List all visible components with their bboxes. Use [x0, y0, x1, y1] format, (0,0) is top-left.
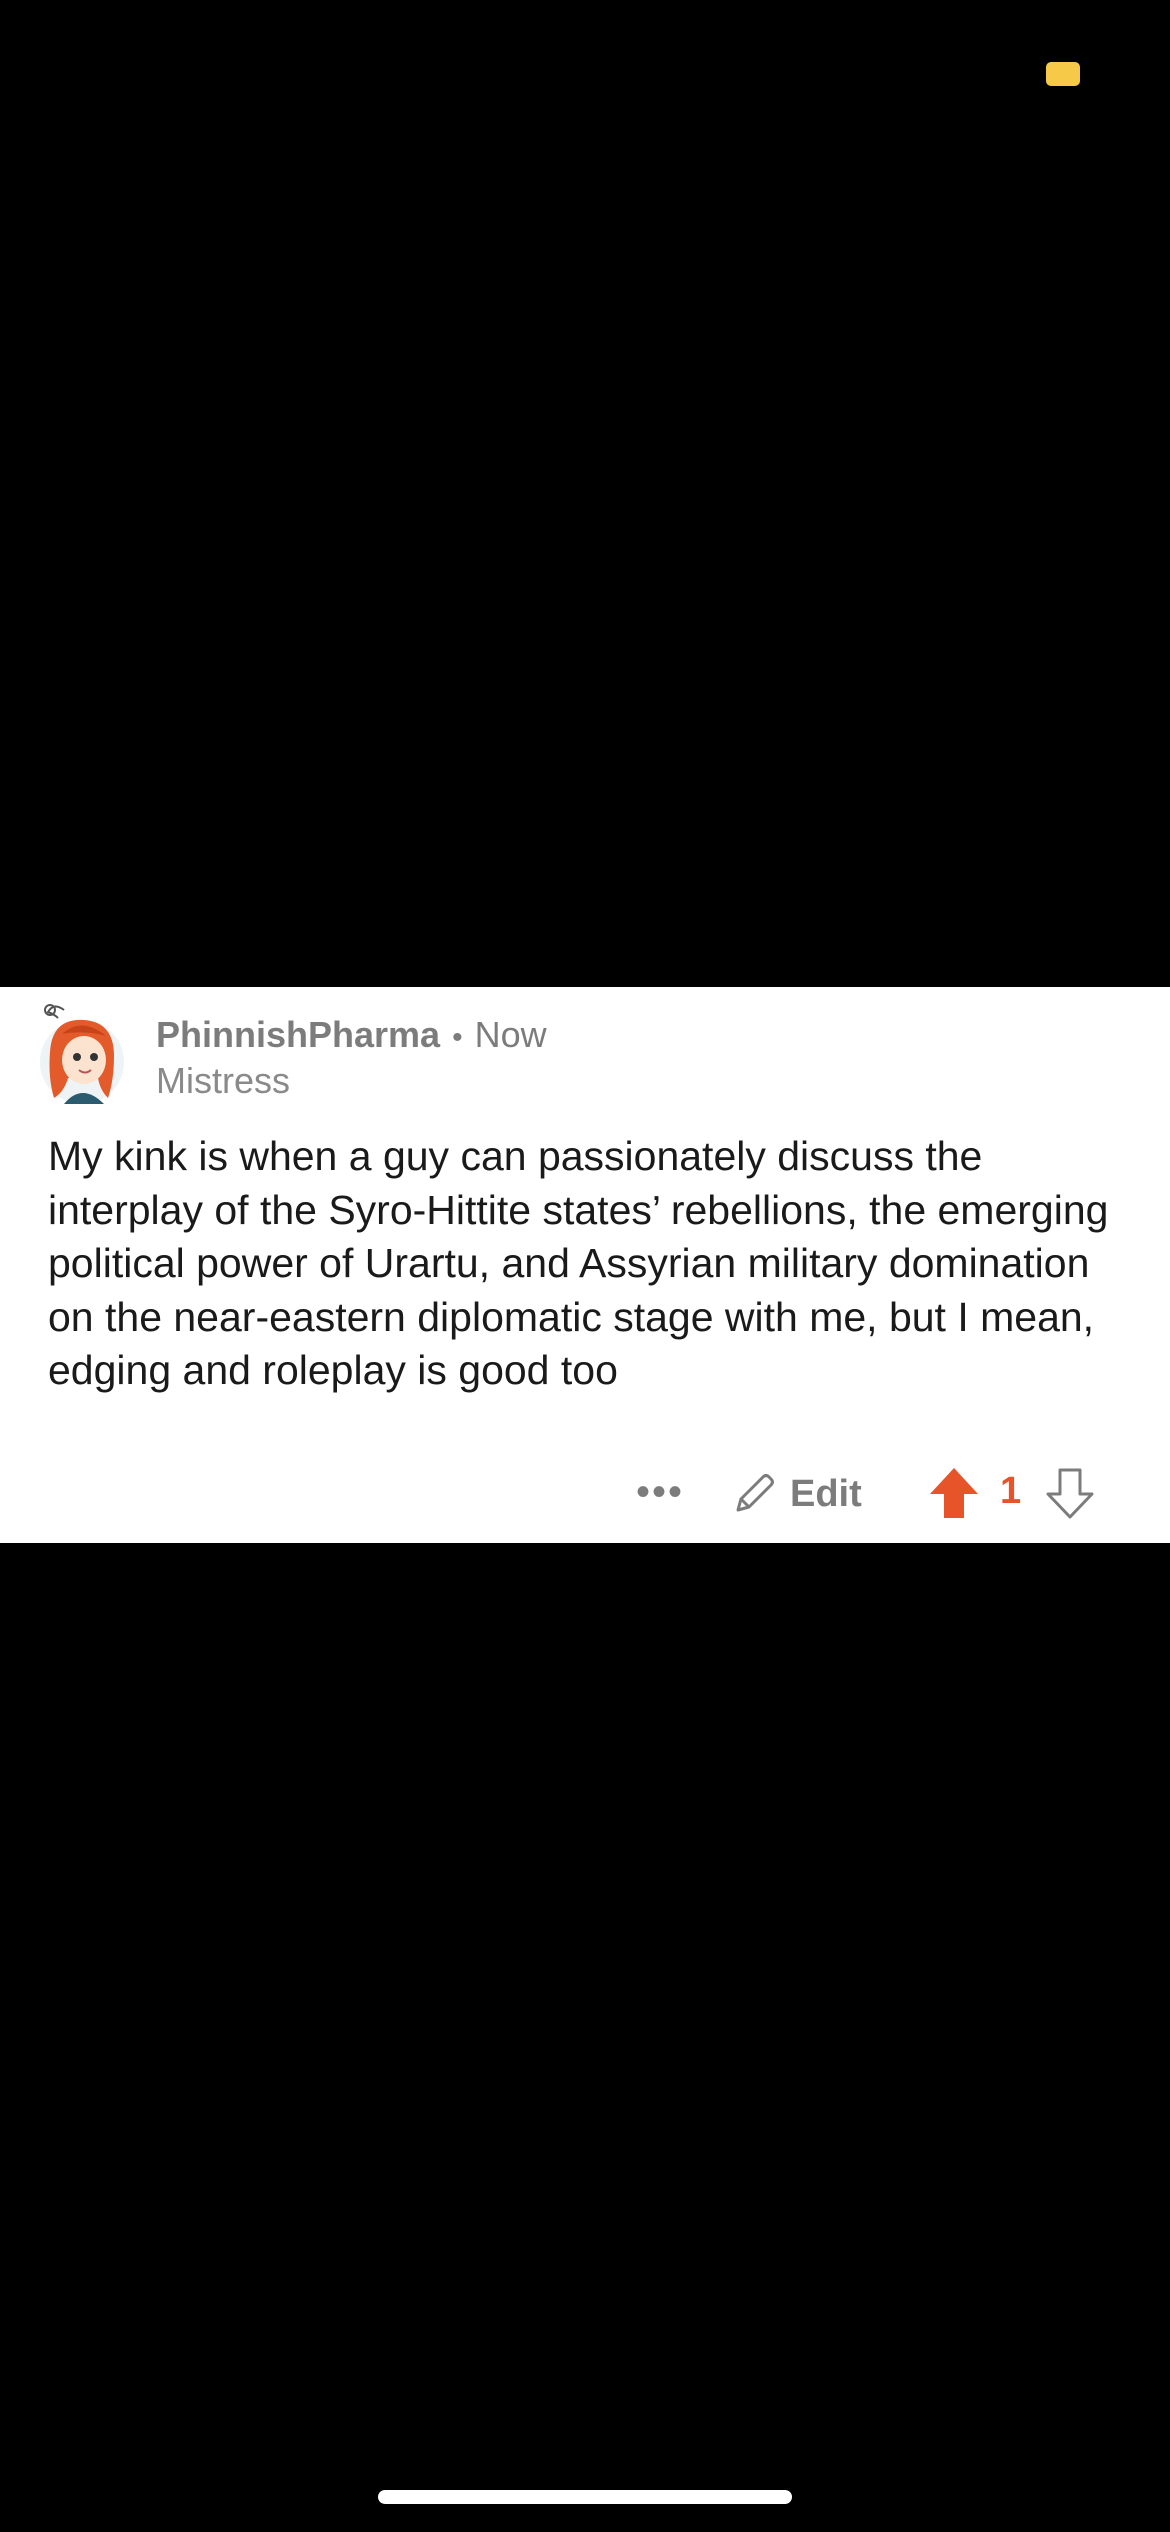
username-link[interactable]: PhinnishPharma	[156, 1014, 440, 1055]
redhead-avatar-icon	[40, 1004, 124, 1104]
user-flair: Mistress	[156, 1060, 290, 1101]
timestamp: Now	[474, 1014, 547, 1055]
more-options-button[interactable]: •••	[636, 1472, 684, 1512]
downvote-button[interactable]	[1044, 1466, 1096, 1520]
arrow-up-icon	[930, 1468, 978, 1518]
edit-button[interactable]: Edit	[730, 1468, 862, 1520]
edit-label: Edit	[790, 1472, 862, 1515]
comment-actions: ••• Edit 1	[0, 1462, 1170, 1526]
home-indicator[interactable]	[378, 2490, 792, 2504]
avatar[interactable]	[34, 1000, 130, 1108]
comment-body: My kink is when a guy can passionately d…	[48, 1133, 1109, 1393]
pencil-icon	[736, 1474, 774, 1512]
separator-dot: •	[452, 1021, 463, 1054]
vote-count: 1	[1000, 1470, 1022, 1512]
upvote-button[interactable]	[928, 1466, 980, 1520]
status-indicator-icon	[1046, 62, 1080, 86]
comment-meta: PhinnishPharma • Now	[156, 1012, 547, 1061]
arrow-down-icon	[1046, 1468, 1094, 1519]
